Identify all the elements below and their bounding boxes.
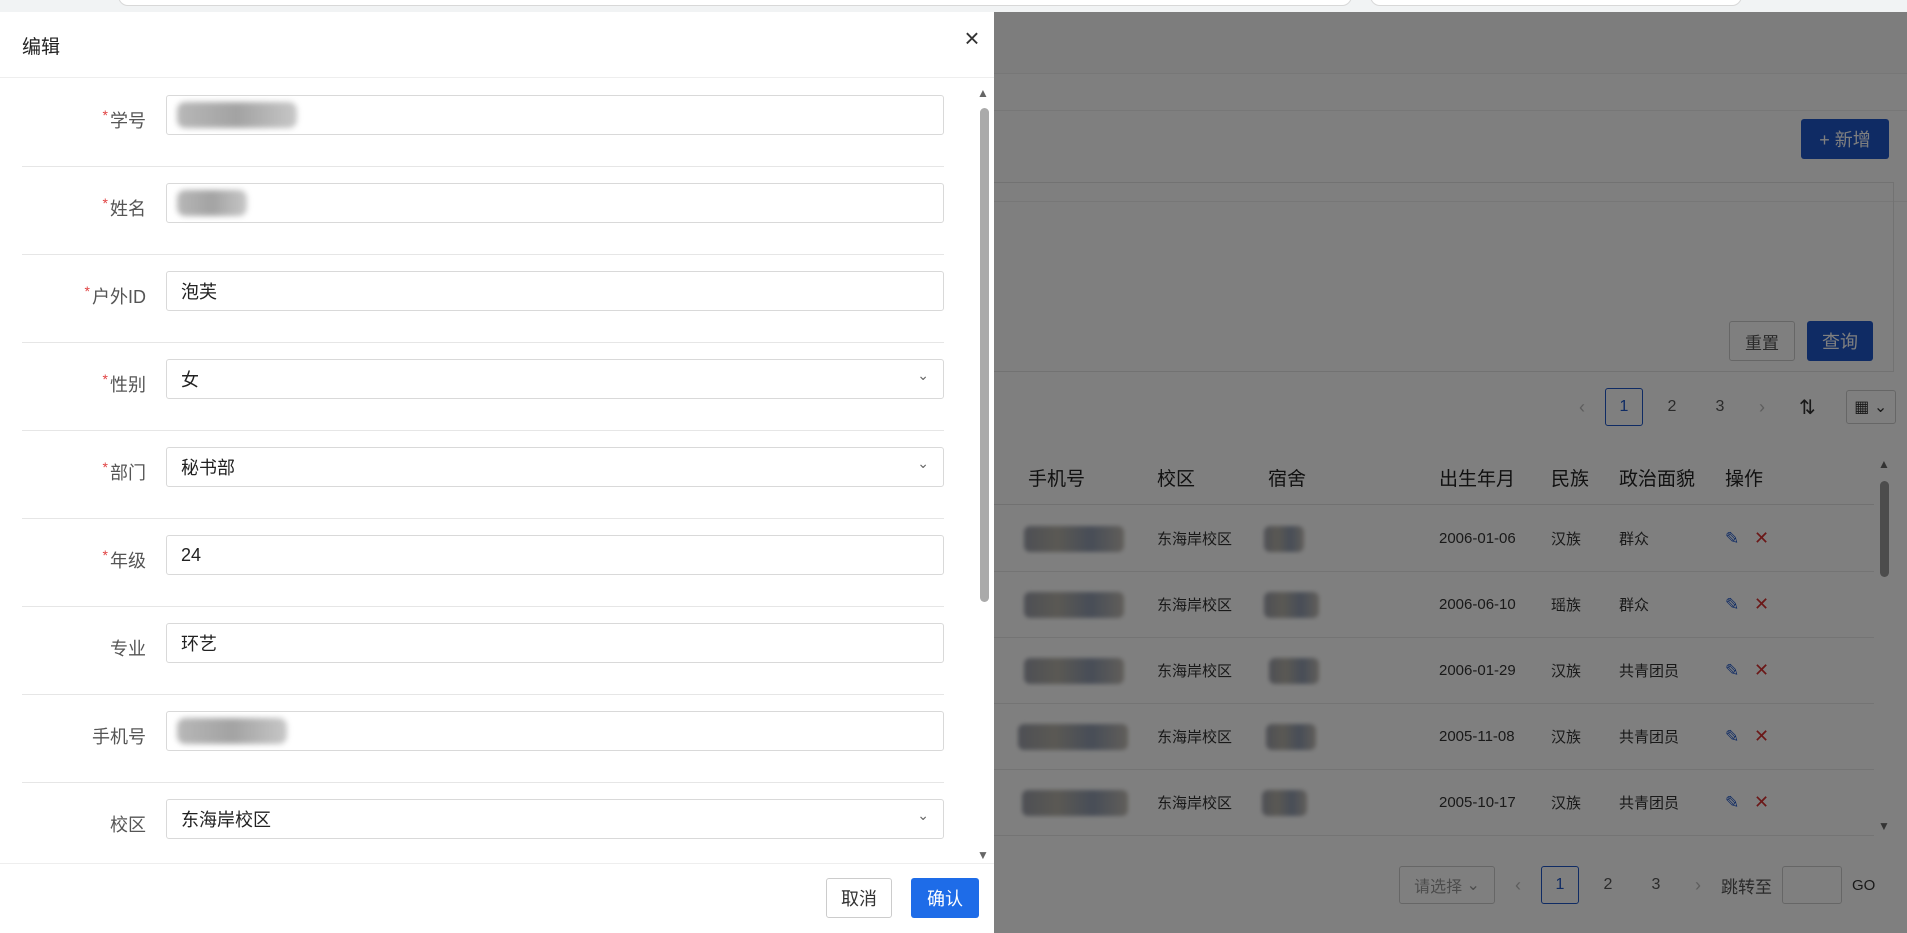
drawer-header: 编辑 × — [0, 12, 994, 78]
required-mark: * — [102, 107, 108, 123]
field-label: * 户外ID — [22, 283, 146, 309]
student-id-input[interactable] — [166, 95, 944, 135]
form-row-name: * 姓名 — [22, 167, 944, 255]
field-label: * 部门 — [22, 459, 146, 485]
close-icon[interactable]: × — [958, 24, 986, 52]
field-label-text: 手机号 — [92, 727, 146, 747]
outdoor-id-input[interactable]: 泡芙 — [166, 271, 944, 311]
modal-overlay[interactable] — [994, 12, 1907, 933]
field-label: * 性别 — [22, 371, 146, 397]
form-row-campus: 校区 东海岸校区 ⌄ — [22, 783, 944, 871]
form-row-student-id: * 学号 — [22, 79, 944, 167]
form-row-major: 专业 环艺 — [22, 607, 944, 695]
scroll-thumb[interactable] — [980, 108, 989, 602]
browser-address-bar[interactable] — [118, 0, 1352, 6]
field-value: 24 — [181, 544, 202, 565]
required-mark: * — [84, 283, 90, 299]
major-input[interactable]: 环艺 — [166, 623, 944, 663]
field-value: 环艺 — [181, 634, 217, 654]
chevron-down-icon: ⌄ — [917, 807, 929, 823]
edit-drawer: 编辑 × * 学号 * 姓名 * 户外ID 泡芙 * 性别 女 ⌄ * 部门 秘书部 ⌄ * 年… — [0, 12, 994, 933]
gender-select[interactable]: 女 ⌄ — [166, 359, 944, 399]
field-value: 泡芙 — [181, 282, 217, 302]
field-label: * 姓名 — [22, 195, 146, 221]
drawer-scrollbar[interactable]: ▲ ▼ — [974, 86, 992, 862]
cancel-button[interactable]: 取消 — [826, 878, 892, 918]
required-mark: * — [102, 547, 108, 563]
field-label: * 年级 — [22, 547, 146, 573]
field-label-text: 部门 — [110, 463, 146, 483]
masked-value — [177, 102, 297, 128]
required-mark: * — [102, 371, 108, 387]
drawer-title: 编辑 — [22, 37, 61, 58]
scroll-up-icon[interactable]: ▲ — [977, 86, 989, 100]
masked-value — [177, 190, 247, 216]
field-label-text: 学号 — [110, 111, 146, 131]
chevron-down-icon: ⌄ — [917, 367, 929, 383]
phone-input[interactable] — [166, 711, 944, 751]
chevron-down-icon: ⌄ — [917, 455, 929, 471]
browser-strip — [0, 0, 1907, 12]
name-input[interactable] — [166, 183, 944, 223]
form-row-department: * 部门 秘书部 ⌄ — [22, 431, 944, 519]
field-value: 秘书部 — [181, 458, 235, 478]
field-label: * 学号 — [22, 107, 146, 133]
form-row-grade: * 年级 24 — [22, 519, 944, 607]
field-value: 女 — [181, 370, 199, 390]
form-row-phone: 手机号 — [22, 695, 944, 783]
confirm-button[interactable]: 确认 — [911, 878, 979, 918]
campus-select[interactable]: 东海岸校区 ⌄ — [166, 799, 944, 839]
masked-value — [177, 718, 287, 744]
field-label-text: 姓名 — [110, 199, 146, 219]
drawer-footer: 取消 确认 — [0, 863, 994, 933]
grade-input[interactable]: 24 — [166, 535, 944, 575]
form-row-outdoor-id: * 户外ID 泡芙 — [22, 255, 944, 343]
field-label-text: 校区 — [110, 815, 146, 835]
browser-search-bar[interactable] — [1370, 0, 1742, 6]
required-mark: * — [102, 195, 108, 211]
required-mark: * — [102, 459, 108, 475]
field-label-text: 年级 — [110, 551, 146, 571]
form-row-gender: * 性别 女 ⌄ — [22, 343, 944, 431]
field-value: 东海岸校区 — [181, 810, 271, 830]
field-label-text: 户外ID — [92, 287, 146, 307]
department-select[interactable]: 秘书部 ⌄ — [166, 447, 944, 487]
scroll-down-icon[interactable]: ▼ — [977, 848, 989, 862]
field-label-text: 性别 — [110, 375, 146, 395]
field-label-text: 专业 — [110, 639, 146, 659]
